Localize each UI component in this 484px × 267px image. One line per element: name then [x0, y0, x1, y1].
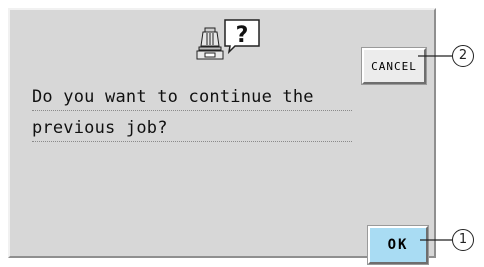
cancel-button[interactable]: CANCEL — [362, 48, 426, 84]
message-line-2: previous job? — [32, 115, 352, 142]
message-line-1: Do you want to continue the — [32, 84, 352, 111]
ok-button-label: OK — [387, 237, 409, 253]
sewing-machine-question-icon: ? — [196, 19, 260, 60]
ok-button[interactable]: OK — [368, 226, 428, 264]
dialog-message: Do you want to continue the previous job… — [32, 84, 352, 146]
callout-ok: 1 — [452, 229, 474, 251]
callout-cancel: 2 — [452, 45, 474, 67]
dialog-screen: ? Do you want to continue the previous j… — [8, 8, 436, 264]
cancel-button-label: CANCEL — [371, 59, 417, 73]
svg-text:?: ? — [236, 23, 249, 48]
